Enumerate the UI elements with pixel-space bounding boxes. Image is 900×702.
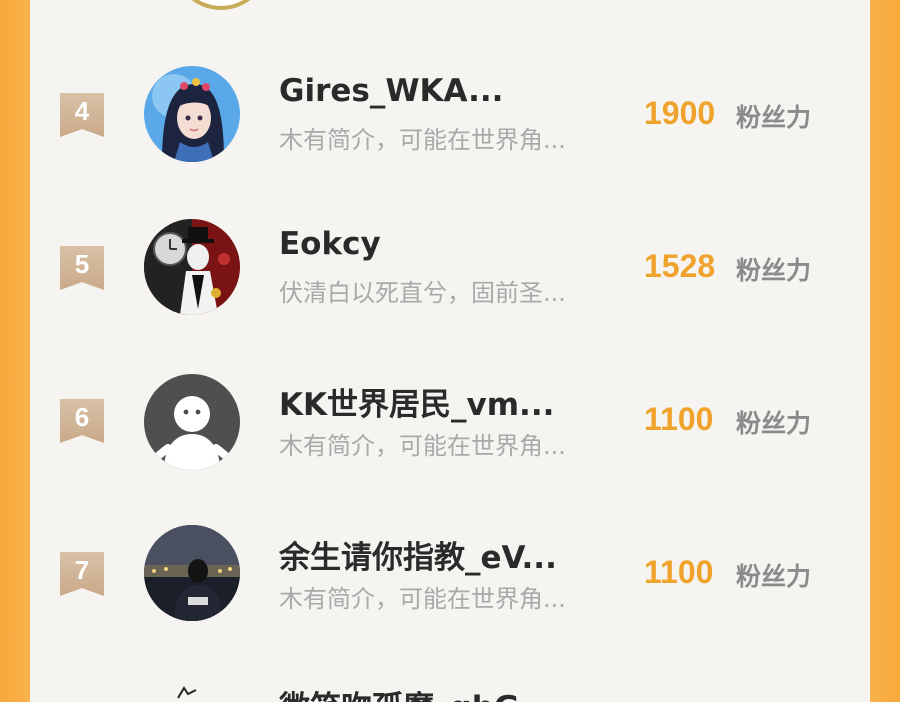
user-bio: 木有简介，可能在世界角... — [279, 432, 566, 460]
list-item[interactable]: 4 Gires_WKA... 木有简介，可能在世界角... 1900 粉丝力 — [30, 37, 870, 190]
rank-badge: 5 — [60, 246, 104, 290]
rank-number: 7 — [74, 555, 90, 585]
list-item[interactable]: 5 Eokcy 伏清白以死直兮，固前圣... 1528 粉丝力 — [30, 190, 870, 343]
ranking-panel: 4 Gires_WKA... 木有简介，可能在世界角... 1900 粉丝力 5… — [30, 0, 870, 702]
rank-badge: 7 — [60, 552, 104, 596]
rank-badge: 4 — [60, 93, 104, 137]
fan-power-score: 1900 — [644, 95, 716, 131]
night-city-avatar[interactable] — [144, 525, 240, 621]
fan-power-label: 粉丝力 — [736, 103, 812, 132]
list-item[interactable]: 6 KK世界居民_vm... 木有简介，可能在世界角... 1100 粉丝力 — [30, 343, 870, 496]
fan-power-label: 粉丝力 — [736, 562, 812, 591]
list-item[interactable]: 7 余生请你指教_eV... 木有简介，可能在世界角... 1100 粉丝力 — [30, 496, 870, 649]
next-user-avatar-partial[interactable] — [170, 680, 210, 702]
fan-power-label: 粉丝力 — [736, 256, 812, 285]
user-bio: 木有简介，可能在世界角... — [279, 126, 566, 154]
default-user-avatar[interactable] — [144, 374, 240, 470]
fan-power-score: 1528 — [644, 248, 716, 284]
user-name[interactable]: Gires_WKA... — [279, 73, 503, 109]
user-name[interactable]: 余生请你指教_eV... — [279, 532, 557, 577]
fan-power-score: 1100 — [644, 554, 714, 590]
next-user-name-partial[interactable]: 微笑吻孤魔_gbG... — [279, 682, 555, 702]
top-rank-avatar-partial[interactable] — [173, 0, 269, 10]
user-bio: 木有简介，可能在世界角... — [279, 585, 566, 613]
fan-power-label: 粉丝力 — [736, 409, 812, 438]
fan-power-score: 1100 — [644, 401, 714, 437]
rank-number: 4 — [74, 96, 90, 126]
anime-girl-avatar[interactable] — [144, 66, 240, 162]
rank-number: 6 — [74, 402, 90, 432]
anime-character-avatar[interactable] — [144, 219, 240, 315]
rank-badge: 6 — [60, 399, 104, 443]
rank-number: 5 — [74, 249, 90, 279]
user-bio: 伏清白以死直兮，固前圣... — [279, 279, 566, 307]
user-name[interactable]: Eokcy — [279, 226, 381, 262]
user-name[interactable]: KK世界居民_vm... — [279, 379, 554, 424]
